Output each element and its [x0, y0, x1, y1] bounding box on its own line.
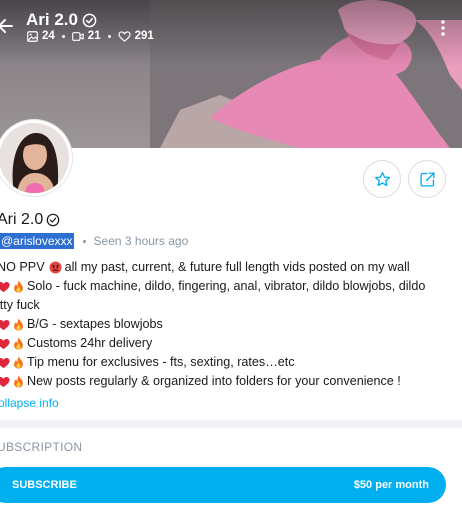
- fire-icon: [13, 337, 24, 350]
- bio-text: Customs 24hr delivery: [27, 336, 153, 350]
- bio-line: Customs 24hr delivery: [0, 334, 437, 353]
- top-bar: Ari 2.0 24 21 291: [0, 8, 462, 48]
- separator-dot: [61, 34, 65, 38]
- bio-text: all my past, current, & future full leng…: [64, 260, 410, 274]
- fire-icon: [13, 318, 24, 331]
- bio-text: B/G - sextapes blowjobs: [27, 317, 163, 331]
- heart-icon: [0, 357, 10, 369]
- likes-count: 291: [134, 30, 154, 42]
- fire-icon: [13, 280, 24, 293]
- heart-outline-icon: [117, 30, 131, 42]
- separator-dot: [107, 34, 111, 38]
- bio-text: Solo - fuck machine, dildo, fingering, a…: [27, 279, 426, 293]
- heart-icon: [0, 281, 10, 293]
- subscription-price: $50 per month: [353, 479, 429, 491]
- subscribe-label: SUBSCRIBE: [12, 479, 77, 491]
- profile-handle-row: @arislovexxx Seen 3 hours ago: [0, 233, 188, 249]
- bio: NO PPV all my past, current, & future fu…: [0, 258, 437, 391]
- videos-stat: 21: [71, 30, 101, 42]
- last-seen: Seen 3 hours ago: [93, 234, 189, 248]
- bio-text: Tip menu for exclusives - fts, sexting, …: [27, 355, 295, 369]
- likes-stat: 291: [117, 30, 154, 42]
- heart-icon: [0, 319, 10, 331]
- fire-icon: [13, 356, 24, 369]
- more-vertical-icon[interactable]: [438, 18, 448, 38]
- bio-line: Solo - fuck machine, dildo, fingering, a…: [0, 277, 437, 296]
- avatar-image: [0, 123, 69, 193]
- separator-dot: [82, 239, 86, 243]
- bio-text: itty fuck: [0, 298, 40, 312]
- profile-name: Ari 2.0: [0, 211, 44, 228]
- bio-line: Tip menu for exclusives - fts, sexting, …: [0, 353, 437, 372]
- avatar-photo: [0, 123, 69, 193]
- profile-handle[interactable]: @arislovexxx: [0, 233, 74, 249]
- collapse-info-link[interactable]: ollapse info: [0, 396, 59, 410]
- photos-stat: 24: [27, 30, 55, 42]
- image-icon: [27, 30, 38, 42]
- video-icon: [71, 31, 84, 41]
- profile-name-row: Ari 2.0: [0, 211, 60, 229]
- favorite-button[interactable]: [363, 160, 401, 198]
- share-button[interactable]: [408, 160, 446, 198]
- bio-text: NO PPV: [0, 260, 45, 274]
- bio-line: New posts regularly & organized into fol…: [0, 372, 437, 391]
- avatar[interactable]: [0, 120, 72, 196]
- header-title-row: Ari 2.0: [26, 10, 97, 30]
- fire-icon: [13, 375, 24, 388]
- subscription-title: UBSCRIPTION: [0, 440, 83, 454]
- subscribe-button[interactable]: SUBSCRIBE $50 per month: [0, 467, 446, 503]
- verified-badge-icon: [82, 13, 97, 27]
- bio-line: NO PPV all my past, current, & future fu…: [0, 258, 437, 277]
- verified-badge-icon: [46, 213, 60, 227]
- arrow-left-icon[interactable]: [0, 14, 14, 38]
- profile-stats: 24 21 291: [27, 30, 154, 42]
- section-divider: [0, 420, 462, 428]
- star-icon: [374, 171, 390, 186]
- bio-line: B/G - sextapes blowjobs: [0, 315, 437, 334]
- header-title: Ari 2.0: [26, 10, 78, 29]
- heart-icon: [0, 376, 10, 388]
- videos-count: 21: [87, 30, 101, 42]
- share-icon: [419, 171, 435, 187]
- heart-icon: [0, 338, 10, 350]
- angry-face-icon: [49, 261, 62, 274]
- bio-line: itty fuck: [0, 296, 437, 315]
- bio-text: New posts regularly & organized into fol…: [27, 374, 401, 388]
- photos-count: 24: [42, 30, 55, 42]
